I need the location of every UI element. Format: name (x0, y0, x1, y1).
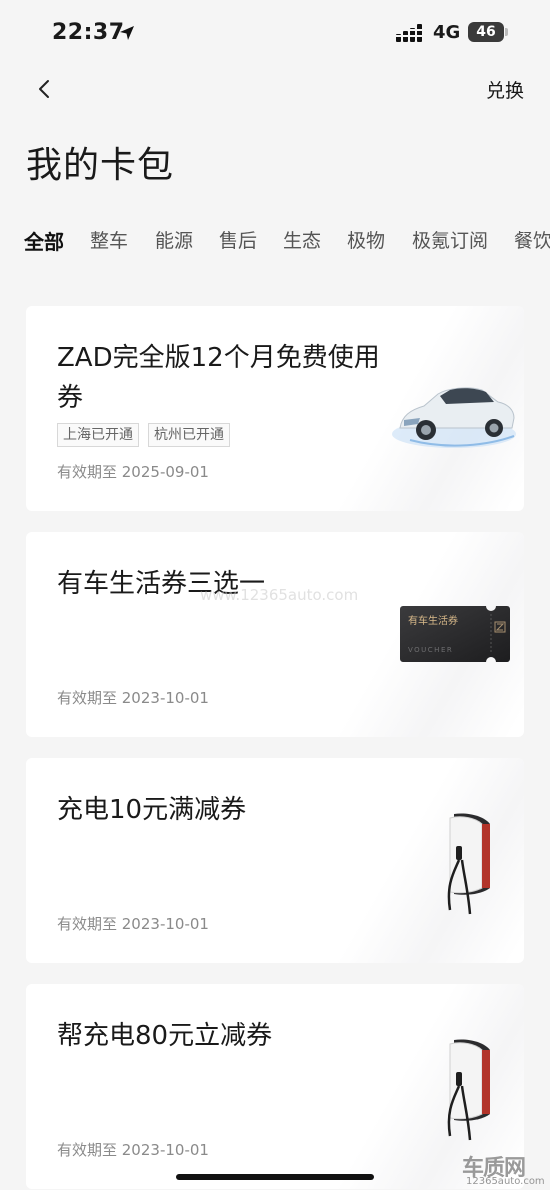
coupon-expiry: 有效期至 2025-09-01 (57, 463, 209, 481)
home-indicator[interactable] (176, 1174, 374, 1180)
tab-all[interactable]: 全部 (24, 226, 64, 255)
coupon-card-charging-10[interactable]: 充电10元满减券 有效期至 2023-10-01 (26, 758, 524, 963)
watermark-text: www.12365auto.com (200, 586, 359, 604)
coupon-expiry: 有效期至 2023-10-01 (57, 1141, 209, 1159)
status-bar: 22:37 4G 46 (0, 0, 550, 66)
location-arrow-icon (120, 26, 134, 40)
city-tag: 杭州已开通 (148, 423, 230, 447)
coupon-title: 充电10元满减券 (57, 795, 247, 825)
car-icon (392, 387, 516, 448)
tab-merch[interactable]: 极物 (347, 226, 385, 253)
coupon-expiry: 有效期至 2023-10-01 (57, 915, 209, 933)
tab-energy[interactable]: 能源 (155, 226, 193, 253)
status-time: 22:37 (52, 20, 125, 45)
coupon-card-charging-80[interactable]: 帮充电80元立减券 有效期至 2023-10-01 (26, 984, 524, 1189)
ev-charger-icon (447, 813, 490, 915)
city-tag: 上海已开通 (57, 423, 139, 447)
signal-strength-icon (396, 24, 422, 42)
ev-charger-icon (447, 1039, 490, 1141)
coupon-title: 帮充电80元立减券 (57, 1021, 273, 1051)
coupon-card-zad[interactable]: ZAD完全版12个月免费使用券 上海已开通 杭州已开通 有效期至 2025-09-… (26, 306, 524, 511)
voucher-label: 有车生活券 (408, 614, 458, 627)
network-type: 4G (433, 22, 461, 43)
coupon-card-car-life[interactable]: 有车生活券三选一 有效期至 2023-10-01 有车生活券 VOUCHER (26, 532, 524, 737)
tab-ecosystem[interactable]: 生态 (283, 226, 321, 253)
tab-subscription[interactable]: 极氪订阅 (412, 226, 488, 253)
battery-cap-icon (505, 28, 508, 36)
coupon-tags: 上海已开通 杭州已开通 (57, 423, 239, 447)
category-tabs: 全部 整车 能源 售后 生态 极物 极氪订阅 餐饮 (0, 226, 550, 260)
redeem-button[interactable]: 兑换 (486, 76, 524, 103)
tab-after-sales[interactable]: 售后 (219, 226, 257, 253)
tab-dining[interactable]: 餐饮 (514, 226, 550, 253)
watermark-url: 12365auto.com (466, 1176, 545, 1187)
back-chevron-icon[interactable] (34, 78, 54, 100)
battery-level: 46 (468, 22, 504, 42)
tab-vehicle[interactable]: 整车 (90, 226, 128, 253)
voucher-card-icon: 有车生活券 VOUCHER (400, 606, 510, 662)
page-title: 我的卡包 (26, 145, 175, 186)
coupon-title: ZAD完全版12个月免费使用券 (57, 343, 380, 413)
voucher-sub-label: VOUCHER (408, 646, 453, 654)
coupon-expiry: 有效期至 2023-10-01 (57, 689, 209, 707)
